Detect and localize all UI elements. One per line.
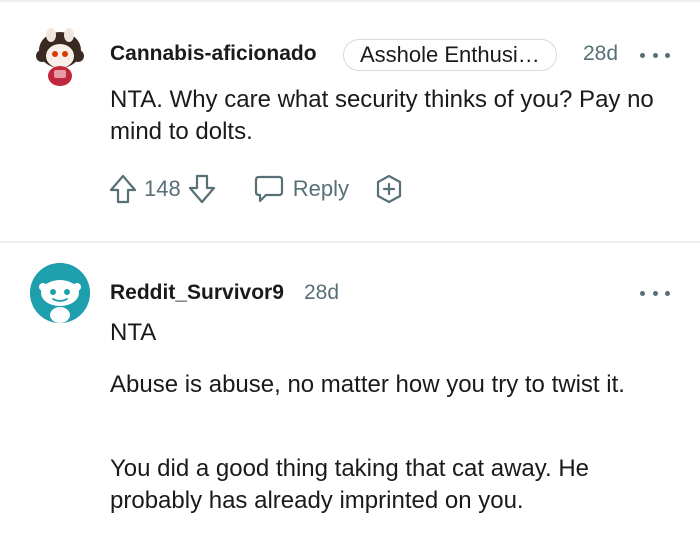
- comment-timestamp[interactable]: 28d: [304, 281, 339, 305]
- user-flair[interactable]: Asshole Enthusi…: [343, 39, 557, 71]
- award-icon[interactable]: [373, 173, 405, 205]
- more-options-button[interactable]: [640, 45, 670, 65]
- dot-icon: [640, 52, 645, 58]
- reply-button[interactable]: Reply: [253, 174, 349, 204]
- vote-count: 148: [144, 176, 181, 201]
- comment-paragraph: NTA: [110, 319, 157, 346]
- comment-1: Cannabis-aficionado Asshole Enthusi… 28d…: [0, 0, 700, 240]
- more-options-button[interactable]: [640, 283, 670, 303]
- comment-paragraph: Abuse is abuse, no matter how you try to…: [110, 371, 625, 398]
- dot-icon: [640, 290, 645, 296]
- user-avatar[interactable]: [30, 263, 90, 323]
- username[interactable]: Reddit_Survivor9: [110, 281, 284, 305]
- comment-2: Reddit_Survivor9 28d NTA Abuse is abuse,…: [0, 243, 700, 538]
- snoo-avatar-icon: [30, 26, 90, 86]
- comment-paragraph: You did a good thing taking that cat awa…: [110, 455, 590, 514]
- username[interactable]: Cannabis-aficionado: [110, 42, 317, 66]
- dot-icon: [652, 290, 658, 296]
- dot-icon: [665, 290, 670, 296]
- user-avatar[interactable]: [30, 26, 90, 86]
- reply-label: Reply: [292, 176, 349, 201]
- reply-icon: [253, 174, 285, 204]
- comment-timestamp[interactable]: 28d: [583, 42, 618, 66]
- comment-body: NTA. Why care what security thinks of yo…: [110, 86, 654, 145]
- comment-actions: 148 Reply: [108, 172, 405, 206]
- upvote-icon[interactable]: [108, 173, 138, 205]
- downvote-icon[interactable]: [187, 173, 217, 205]
- dot-icon: [665, 52, 670, 58]
- snoo-avatar-icon: [30, 263, 90, 323]
- dot-icon: [652, 52, 658, 58]
